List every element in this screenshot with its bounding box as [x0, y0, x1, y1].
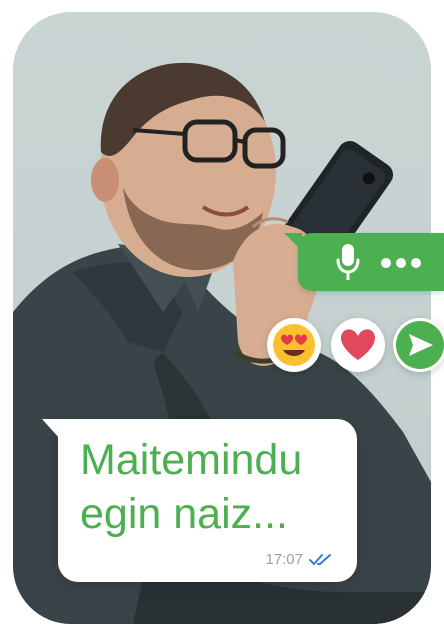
message-meta: 17:07 — [265, 551, 333, 568]
message-text: Maitemindu egin naiz... — [80, 436, 303, 538]
text-message-bubble[interactable]: Maitemindu egin naiz... 17:07 — [42, 419, 357, 582]
heart-reaction-button[interactable] — [331, 318, 385, 372]
heart-eyes-reaction-button[interactable] — [267, 318, 321, 372]
voice-message-bubble[interactable] — [284, 233, 444, 291]
heart-icon — [341, 329, 375, 360]
microphone-icon — [336, 244, 360, 280]
send-arrow-icon — [396, 321, 444, 369]
message-timestamp: 17:07 — [265, 551, 303, 568]
voice-bubble-tail — [284, 233, 302, 251]
double-check-icon — [309, 553, 331, 565]
screen: Maitemindu egin naiz... 17:07 — [0, 0, 444, 636]
send-button[interactable] — [393, 318, 444, 372]
heart-eyes-emoji-icon — [273, 324, 315, 366]
text-bubble-tail — [42, 419, 60, 439]
ellipsis-icon — [381, 258, 421, 268]
